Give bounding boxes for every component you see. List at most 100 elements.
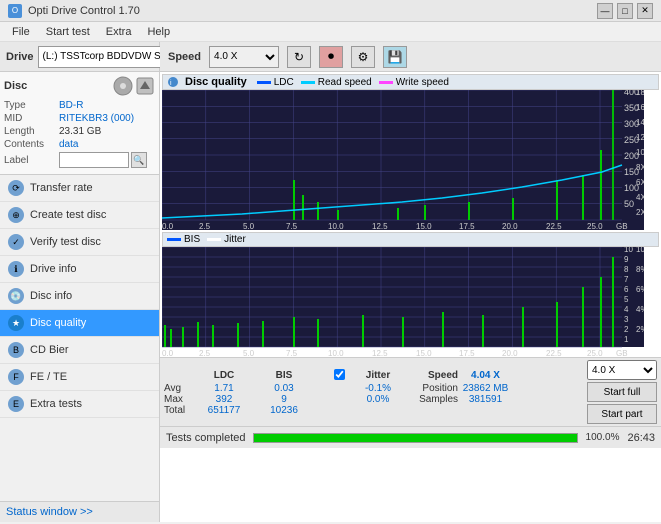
stats-bar: LDC BIS Jitter Speed 4.04 X Avg 1.71 0.0… [160,357,661,426]
speed-save-button[interactable]: 💾 [383,46,407,68]
minimize-button[interactable]: — [597,3,613,19]
avg-ldc: 1.71 [194,383,254,394]
cd-bier-icon: B [8,342,24,358]
title-bar: O Opti Drive Control 1.70 — □ ✕ [0,0,661,22]
left-panel: Drive (L:) TSSTcorp BDDVDW SE-506CB TS02… [0,42,160,522]
position-value: 23862 MB [458,383,513,394]
menu-help[interactable]: Help [139,24,178,40]
menu-start-test[interactable]: Start test [38,24,98,40]
bis-legend [167,238,181,241]
stats-row: LDC BIS Jitter Speed 4.04 X Avg 1.71 0.0… [164,360,657,424]
svg-text:12X: 12X [636,133,644,142]
svg-text:10%: 10% [636,247,644,254]
svg-text:15.0: 15.0 [416,349,432,357]
write-speed-label: Write speed [396,77,449,88]
jitter-legend-label: Jitter [224,234,246,245]
right-panel: Speed 4.0 X ↻ ⏺ ⚙ 💾 i Disc quality LDC R… [160,42,661,522]
nav-create-test-disc[interactable]: ⊕ Create test disc [0,202,159,229]
svg-text:17.5: 17.5 [459,349,475,357]
menu-extra[interactable]: Extra [98,24,140,40]
label-label: Label [4,155,59,166]
svg-text:18X: 18X [636,90,644,97]
jitter-legend [207,238,221,241]
total-label: Total [164,405,194,416]
svg-text:20.0: 20.0 [502,349,518,357]
position-label: Position [408,383,458,394]
top-chart-container: 400 350 300 250 200 150 100 50 18X 16X 1… [162,90,659,230]
jitter-col-header: Jitter [348,369,408,383]
contents-label: Contents [4,139,59,150]
top-chart: 400 350 300 250 200 150 100 50 18X 16X 1… [162,90,644,230]
speed-record-button[interactable]: ⏺ [319,46,343,68]
nav-verify-test-disc-label: Verify test disc [30,236,101,248]
svg-text:10.0: 10.0 [328,349,344,357]
svg-text:2.5: 2.5 [199,222,211,230]
svg-text:22.5: 22.5 [546,222,562,230]
speed-refresh-button[interactable]: ↻ [287,46,311,68]
svg-text:9: 9 [624,255,629,264]
speed-settings-button[interactable]: ⚙ [351,46,375,68]
menu-bar: File Start test Extra Help [0,22,661,42]
type-value: BD-R [59,100,155,111]
disc-quality-icon: ★ [8,315,24,331]
bottom-chart-container: 10 9 8 7 6 5 4 3 2 1 10% 8% 6% 4% 2% 0.0… [162,247,659,357]
max-jitter: 0.0% [348,394,408,405]
svg-text:25.0: 25.0 [587,349,603,357]
jitter-checkbox[interactable] [334,369,345,380]
ldc-col-header: LDC [194,369,254,383]
create-test-disc-icon: ⊕ [8,207,24,223]
nav-fe-te-label: FE / TE [30,371,67,383]
nav-drive-info-label: Drive info [30,263,76,275]
mid-value: RITEKBR3 (000) [59,113,155,124]
svg-text:4X: 4X [636,193,644,202]
nav-disc-info[interactable]: 💿 Disc info [0,283,159,310]
svg-text:6X: 6X [636,178,644,187]
nav-transfer-rate[interactable]: ⟳ Transfer rate [0,175,159,202]
nav-fe-te[interactable]: F FE / TE [0,364,159,391]
svg-text:14X: 14X [636,118,644,127]
progress-bar [253,433,577,443]
svg-text:7.5: 7.5 [286,222,298,230]
progress-text: 100.0% [586,432,620,443]
nav-disc-quality[interactable]: ★ Disc quality [0,310,159,337]
svg-text:17.5: 17.5 [459,222,475,230]
nav-drive-info[interactable]: ℹ Drive info [0,256,159,283]
svg-text:25.0: 25.0 [587,222,603,230]
menu-file[interactable]: File [4,24,38,40]
svg-text:16X: 16X [636,103,644,112]
svg-text:2X: 2X [636,208,644,217]
svg-text:3: 3 [624,315,629,324]
speed-select[interactable]: 4.0 X [209,46,279,68]
close-button[interactable]: ✕ [637,3,653,19]
max-label: Max [164,394,194,405]
label-input[interactable] [59,152,129,168]
speed-dropdown[interactable]: 4.0 X [587,360,657,380]
label-search-button[interactable]: 🔍 [131,152,147,168]
status-window-link[interactable]: Status window >> [6,506,93,518]
stats-table: LDC BIS Jitter Speed 4.04 X Avg 1.71 0.0… [164,369,513,416]
svg-text:7: 7 [624,275,629,284]
nav-verify-test-disc[interactable]: ✓ Verify test disc [0,229,159,256]
chart1-title: Disc quality [185,76,247,88]
disc-icon [113,76,133,96]
svg-text:8X: 8X [636,163,644,172]
svg-text:6: 6 [624,285,629,294]
maximize-button[interactable]: □ [617,3,633,19]
svg-text:20.0: 20.0 [502,222,518,230]
avg-bis: 0.03 [254,383,314,394]
svg-text:15.0: 15.0 [416,222,432,230]
progress-bar-fill [254,434,576,442]
app-title: Opti Drive Control 1.70 [28,5,140,17]
svg-text:5.0: 5.0 [243,349,255,357]
nav-cd-bier-label: CD Bier [30,344,69,356]
nav-extra-tests[interactable]: E Extra tests [0,391,159,418]
disc-section: Disc Type BD-R MID RITEKBR [0,72,159,175]
ldc-label: LDC [274,77,294,88]
start-part-button[interactable]: Start part [587,404,657,424]
nav-cd-bier[interactable]: B CD Bier [0,337,159,364]
speed-col-header: Speed [408,369,458,383]
samples-label: Samples [408,394,458,405]
elapsed-time: 26:43 [627,432,655,444]
length-label: Length [4,126,59,137]
start-full-button[interactable]: Start full [587,382,657,402]
